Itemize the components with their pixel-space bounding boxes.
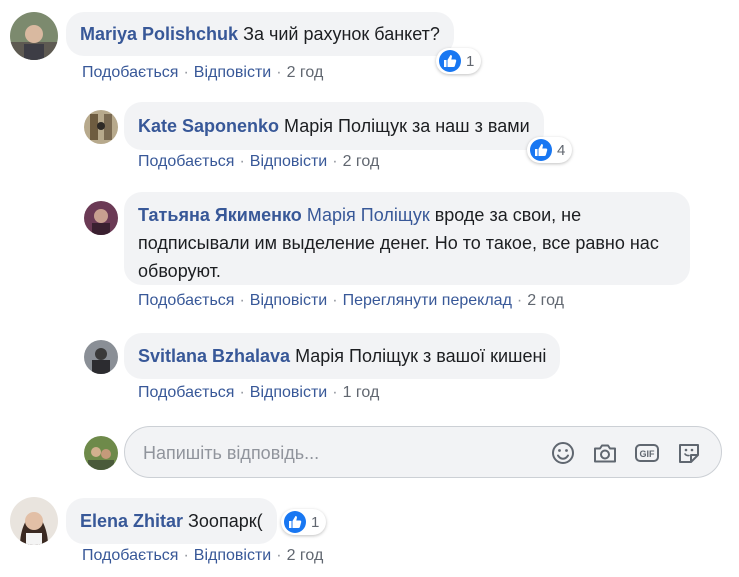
like-reaction-icon [439, 50, 461, 72]
reaction-count[interactable]: 4 [527, 137, 573, 163]
avatar-svitlana-bzhalava[interactable] [84, 340, 118, 374]
comment-bubble: Mariya Polishchuk За чий рахунок банкет? [66, 12, 454, 56]
current-user-avatar[interactable] [84, 436, 118, 470]
avatar-elena-zhitar[interactable] [10, 497, 58, 545]
separator: · [332, 292, 338, 309]
mention-link[interactable]: Марія Поліщук [307, 205, 430, 225]
reply-link[interactable]: Відповісти [194, 64, 271, 81]
separator: · [276, 547, 282, 564]
reaction-count[interactable]: 1 [281, 509, 327, 535]
separator: · [332, 384, 338, 401]
avatar-tatyana-yakimenko[interactable] [84, 201, 118, 235]
comment-author[interactable]: Elena Zhitar [80, 511, 183, 531]
comment-bubble: Svitlana Bzhalava Марія Поліщук з вашої … [124, 333, 561, 379]
separator: · [183, 547, 189, 564]
comment-text: Зоопарк( [188, 511, 263, 531]
timestamp[interactable]: 2 год [343, 153, 380, 170]
reply-link[interactable]: Відповісти [250, 384, 327, 401]
separator: · [276, 64, 282, 81]
comment-actions: Подобається · Відповісти · 2 год [82, 63, 323, 83]
separator: · [239, 292, 245, 309]
reply-link[interactable]: Відповісти [194, 547, 271, 564]
translate-link[interactable]: Переглянути переклад [343, 292, 512, 309]
comment-text: За чий рахунок банкет? [243, 24, 440, 44]
svg-text:GIF: GIF [640, 449, 656, 459]
comment-bubble: Татьяна Якименко Марія Поліщук вроде за … [124, 192, 690, 285]
like-link[interactable]: Подобається [82, 64, 178, 81]
comment-actions: Подобається · Відповісти · Переглянути перек… [138, 291, 564, 311]
separator: · [516, 292, 523, 309]
avatar-kate-saponenko[interactable] [84, 110, 118, 144]
avatar-mariya-polishchuk[interactable] [10, 12, 58, 60]
comment-bubble: Elena Zhitar Зоопарк( [66, 498, 277, 544]
comment-actions: Подобається · Відповісти · 1 год [138, 383, 379, 403]
like-link[interactable]: Подобається [82, 547, 178, 564]
comment-author[interactable]: Татьяна Якименко [138, 205, 302, 225]
comment-author[interactable]: Kate Saponenko [138, 116, 279, 136]
reply-link[interactable]: Відповісти [250, 153, 327, 170]
like-link[interactable]: Подобається [138, 153, 234, 170]
reply-input[interactable] [141, 437, 525, 469]
separator: · [239, 153, 245, 170]
like-reaction-icon [284, 511, 306, 533]
timestamp[interactable]: 1 год [343, 384, 380, 401]
reaction-count[interactable]: 1 [436, 48, 482, 74]
reaction-count-value: 4 [557, 141, 566, 159]
timestamp[interactable]: 2 год [527, 292, 564, 309]
camera-icon[interactable] [591, 439, 619, 467]
sticker-icon[interactable] [675, 439, 703, 467]
reply-link[interactable]: Відповісти [250, 292, 327, 309]
reply-box: GIF [124, 426, 722, 478]
gif-icon[interactable]: GIF [633, 439, 661, 467]
separator: · [183, 64, 189, 81]
timestamp[interactable]: 2 год [287, 64, 324, 81]
timestamp[interactable]: 2 год [287, 547, 324, 564]
comment-text: Марія Поліщук з вашої кишені [295, 346, 547, 366]
comment-text: Марія Поліщук за наш з вами [284, 116, 530, 136]
like-link[interactable]: Подобається [138, 384, 234, 401]
emoji-icon[interactable] [549, 439, 577, 467]
reaction-count-value: 1 [466, 52, 475, 70]
separator: · [332, 153, 338, 170]
like-reaction-icon [530, 139, 552, 161]
reaction-count-value: 1 [311, 513, 320, 531]
like-link[interactable]: Подобається [138, 292, 234, 309]
comment-actions: Подобається · Відповісти · 2 год [138, 152, 379, 172]
comment-author[interactable]: Mariya Polishchuk [80, 24, 238, 44]
separator: · [239, 384, 245, 401]
comment-bubble: Kate Saponenko Марія Поліщук за наш з ва… [124, 102, 544, 150]
comment-author[interactable]: Svitlana Bzhalava [138, 346, 290, 366]
comment-actions: Подобається · Відповісти · 2 год [82, 546, 323, 566]
